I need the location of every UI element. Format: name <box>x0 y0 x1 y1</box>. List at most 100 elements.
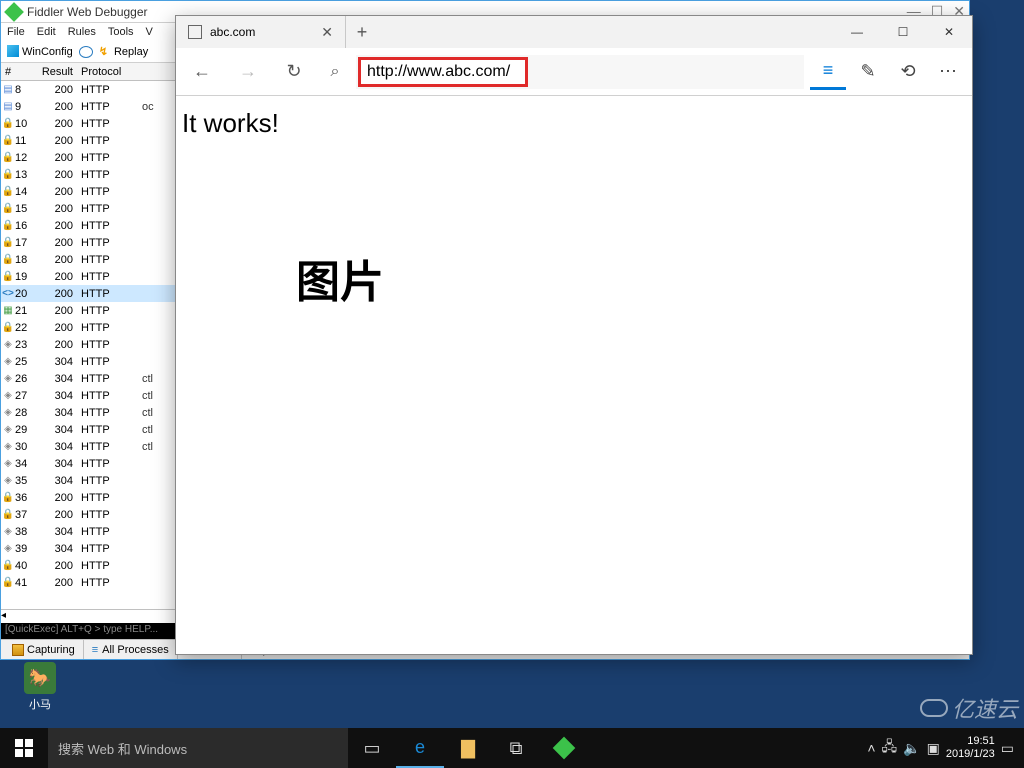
session-result: 200 <box>31 84 81 96</box>
more-icon[interactable]: ⋯ <box>930 54 966 90</box>
edge-taskbar-icon[interactable]: e <box>396 728 444 768</box>
session-type-icon: 🔒 <box>1 220 15 231</box>
refresh-button[interactable]: ↻ <box>274 52 314 92</box>
page-content: It works! 图片 <box>176 96 972 151</box>
tray-chevron-up-icon[interactable]: ˄ <box>867 740 875 756</box>
share-icon[interactable]: ⟲ <box>890 54 926 90</box>
address-bar-wrap[interactable]: http://www.abc.com/ <box>356 55 804 89</box>
edge-close-icon[interactable]: ✕ <box>926 16 972 48</box>
session-type-icon: 🔒 <box>1 254 15 265</box>
session-type-icon: ▤ <box>1 84 15 95</box>
session-type-icon: ◈ <box>1 339 15 350</box>
tray-clock[interactable]: 19:51 2019/1/23 <box>946 735 995 761</box>
edge-maximize-icon[interactable]: ☐ <box>880 16 926 48</box>
session-id: 26 <box>15 373 31 385</box>
menu-rules[interactable]: Rules <box>68 26 96 38</box>
edge-toolbar: ← → ↻ ⌕ http://www.abc.com/ ≡ ✎ ⟲ ⋯ <box>176 48 972 96</box>
session-id: 8 <box>15 84 31 96</box>
session-type-icon: 🔒 <box>1 577 15 588</box>
session-result: 304 <box>31 526 81 538</box>
session-protocol: HTTP <box>81 152 136 164</box>
tray-network-icon[interactable]: 🖧 <box>882 736 898 760</box>
session-id: 35 <box>15 475 31 487</box>
col-result[interactable]: Result <box>31 66 81 78</box>
col-num[interactable]: # <box>1 66 31 78</box>
desktop-app-icon: 🐎 <box>24 662 56 694</box>
search-icon[interactable]: ⌕ <box>320 63 350 81</box>
reading-view-icon[interactable]: ≡ <box>810 54 846 90</box>
session-protocol: HTTP <box>81 203 136 215</box>
tray-ime-icon[interactable]: ▣ <box>927 740 940 757</box>
notes-icon[interactable]: ✎ <box>850 54 886 90</box>
status-capturing[interactable]: Capturing <box>1 640 84 659</box>
session-type-icon: 🔒 <box>1 152 15 163</box>
replay-button[interactable]: Replay <box>114 46 148 58</box>
taskbar-search[interactable]: 搜索 Web 和 Windows <box>48 728 348 768</box>
session-protocol: HTTP <box>81 492 136 504</box>
session-type-icon: 🔒 <box>1 135 15 146</box>
session-protocol: HTTP <box>81 135 136 147</box>
session-id: 16 <box>15 220 31 232</box>
session-protocol: HTTP <box>81 577 136 589</box>
session-type-icon: ◈ <box>1 526 15 537</box>
session-id: 23 <box>15 339 31 351</box>
processes-icon: ≡ <box>92 644 98 656</box>
session-id: 17 <box>15 237 31 249</box>
status-processes[interactable]: ≡All Processes <box>84 640 178 659</box>
session-result: 200 <box>31 254 81 266</box>
comment-icon[interactable] <box>79 46 93 58</box>
page-heading: It works! <box>182 108 966 139</box>
session-result: 200 <box>31 169 81 181</box>
session-type-icon: ◈ <box>1 373 15 384</box>
session-protocol: HTTP <box>81 305 136 317</box>
session-protocol: HTTP <box>81 101 136 113</box>
session-type-icon: 🔒 <box>1 560 15 571</box>
session-protocol: HTTP <box>81 322 136 334</box>
session-id: 11 <box>15 135 31 147</box>
session-type-icon: 🔒 <box>1 169 15 180</box>
session-id: 27 <box>15 390 31 402</box>
session-result: 200 <box>31 492 81 504</box>
session-id: 37 <box>15 509 31 521</box>
session-protocol: HTTP <box>81 407 136 419</box>
session-protocol: HTTP <box>81 237 136 249</box>
session-result: 304 <box>31 441 81 453</box>
tab-close-icon[interactable]: ✕ <box>321 24 333 41</box>
edge-window-controls: — ☐ ✕ <box>834 16 972 48</box>
edge-minimize-icon[interactable]: — <box>834 16 880 48</box>
menu-tools[interactable]: Tools <box>108 26 134 38</box>
menu-view[interactable]: V <box>146 26 153 38</box>
forward-button[interactable]: → <box>228 52 268 92</box>
fiddler-taskbar-icon[interactable] <box>540 728 588 768</box>
menu-edit[interactable]: Edit <box>37 26 56 38</box>
start-button[interactable] <box>0 728 48 768</box>
session-result: 304 <box>31 458 81 470</box>
menu-file[interactable]: File <box>7 26 25 38</box>
new-tab-button[interactable]: + <box>346 22 378 43</box>
session-protocol: HTTP <box>81 390 136 402</box>
session-id: 39 <box>15 543 31 555</box>
tray-notifications-icon[interactable]: ▭ <box>1001 740 1014 757</box>
session-type-icon: ◈ <box>1 390 15 401</box>
cloud-icon <box>920 699 948 717</box>
tray-volume-icon[interactable]: 🔈 <box>903 740 920 757</box>
edge-window: abc.com ✕ + — ☐ ✕ ← → ↻ ⌕ http://www.abc… <box>175 15 973 655</box>
task-icons: ▭ e ▇ ⧉ <box>348 728 588 768</box>
desktop-icon[interactable]: 🐎 小马 <box>16 662 64 712</box>
edge-tab-active[interactable]: abc.com ✕ <box>176 16 346 48</box>
col-protocol[interactable]: Protocol <box>81 66 136 78</box>
session-type-icon: 🔒 <box>1 509 15 520</box>
explorer-taskbar-icon[interactable]: ▇ <box>444 728 492 768</box>
back-button[interactable]: ← <box>182 52 222 92</box>
session-id: 22 <box>15 322 31 334</box>
session-type-icon: ▦ <box>1 305 15 316</box>
taskview-icon[interactable]: ▭ <box>348 728 396 768</box>
session-result: 304 <box>31 390 81 402</box>
session-id: 13 <box>15 169 31 181</box>
store-taskbar-icon[interactable]: ⧉ <box>492 728 540 768</box>
session-protocol: HTTP <box>81 339 136 351</box>
session-result: 304 <box>31 424 81 436</box>
session-type-icon: <> <box>1 288 15 299</box>
winconfig-button[interactable]: WinConfig <box>7 45 73 58</box>
address-bar[interactable]: http://www.abc.com/ <box>358 57 528 87</box>
